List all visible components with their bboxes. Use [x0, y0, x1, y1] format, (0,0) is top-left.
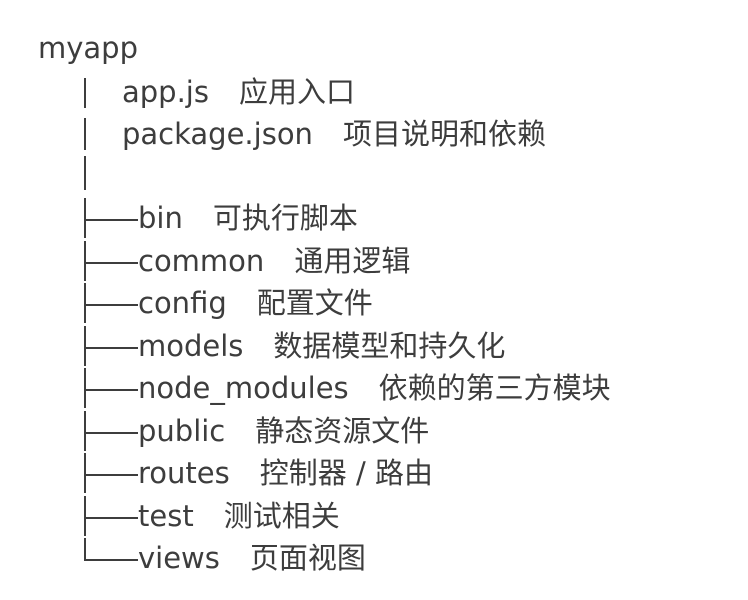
- entry-name: models: [138, 329, 244, 363]
- directory-tree: myapp app.js 应用入口 package.json 项目说明和依赖 bin…: [0, 0, 748, 600]
- tree-entry: test 测试相关: [138, 496, 340, 536]
- tree-connector: [0, 368, 140, 408]
- tree-entry: routes 控制器 / 路由: [138, 453, 433, 493]
- tree-row-folder: test 测试相关: [0, 496, 748, 536]
- entry-name: app.js: [122, 75, 209, 109]
- entry-description: 页面视图: [249, 541, 366, 575]
- tree-connector: [0, 198, 140, 238]
- tree-row-folder: public 静态资源文件: [0, 411, 748, 451]
- entry-name: package.json: [122, 117, 313, 151]
- entry-description: 通用逻辑: [294, 244, 411, 278]
- tree-row-folder: config 配置文件: [0, 283, 748, 323]
- entry-name: public: [138, 414, 226, 448]
- entry-name: test: [138, 499, 194, 533]
- tree-row-folder: models 数据模型和持久化: [0, 326, 748, 366]
- tree-row-file: app.js 应用入口: [0, 72, 748, 112]
- entry-description: 应用入口: [238, 75, 355, 109]
- entry-description: 可执行脚本: [212, 201, 358, 235]
- tree-row-folder: node_modules 依赖的第三方模块: [0, 368, 748, 408]
- entry-description: 配置文件: [256, 286, 373, 320]
- tree-connector: [0, 114, 140, 154]
- tree-connector: [0, 241, 140, 281]
- tree-entry: package.json 项目说明和依赖: [122, 114, 546, 154]
- entry-description: 项目说明和依赖: [342, 117, 546, 151]
- tree-connector: [0, 496, 140, 536]
- tree-entry: app.js 应用入口: [122, 72, 355, 112]
- entry-description: 控制器 / 路由: [259, 456, 433, 490]
- entry-description: 数据模型和持久化: [273, 329, 506, 363]
- tree-connector: [0, 283, 140, 323]
- tree-row-folder-last: views 页面视图: [0, 538, 748, 578]
- tree-entry: bin 可执行脚本: [138, 198, 358, 238]
- tree-entry: views 页面视图: [138, 538, 366, 578]
- entry-name: config: [138, 286, 227, 320]
- tree-connector: [0, 156, 140, 196]
- tree-entry: models 数据模型和持久化: [138, 326, 505, 366]
- tree-row-folder: common 通用逻辑: [0, 241, 748, 281]
- entry-name: views: [138, 541, 220, 575]
- root-folder-label: myapp: [38, 31, 138, 65]
- tree-entry: public 静态资源文件: [138, 411, 429, 451]
- tree-connector: [0, 411, 140, 451]
- tree-entry: node_modules 依赖的第三方模块: [138, 368, 611, 408]
- tree-row-file: package.json 项目说明和依赖: [0, 114, 748, 154]
- entry-description: 依赖的第三方模块: [378, 371, 611, 405]
- entry-name: routes: [138, 456, 230, 490]
- tree-connector: [0, 538, 140, 578]
- entry-name: bin: [138, 201, 183, 235]
- tree-entry: config 配置文件: [138, 283, 373, 323]
- entry-name: node_modules: [138, 371, 349, 405]
- tree-row-folder: routes 控制器 / 路由: [0, 453, 748, 493]
- entry-name: common: [138, 244, 265, 278]
- tree-row-spacer: [0, 156, 748, 196]
- entry-description: 静态资源文件: [255, 414, 430, 448]
- tree-connector: [0, 326, 140, 366]
- tree-connector: [0, 72, 140, 112]
- tree-row-folder: bin 可执行脚本: [0, 198, 748, 238]
- tree-entry: common 通用逻辑: [138, 241, 410, 281]
- tree-connector: [0, 453, 140, 493]
- entry-description: 测试相关: [223, 499, 340, 533]
